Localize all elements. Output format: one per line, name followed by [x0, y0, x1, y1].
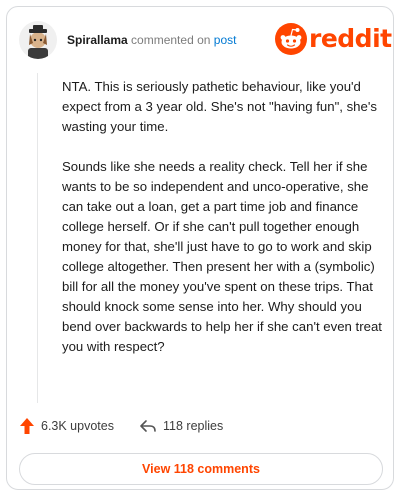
- byline: Spirallama commented on post: [67, 33, 236, 47]
- upvote-button[interactable]: 6.3K upvotes: [19, 415, 114, 437]
- replies-button[interactable]: 118 replies: [139, 415, 223, 437]
- user-avatar-icon: [19, 21, 57, 59]
- thread-line: [37, 73, 38, 403]
- upvote-count: 6.3K upvotes: [41, 419, 114, 433]
- reddit-snoo-icon: [275, 23, 307, 55]
- comment-header: Spirallama commented on post reddit: [19, 21, 392, 61]
- reddit-logo: reddit: [275, 23, 392, 55]
- comment-paragraph-2: Sounds like she needs a reality check. T…: [62, 159, 382, 354]
- reply-count: 118 replies: [163, 419, 224, 433]
- comment-paragraph-1: NTA. This is seriously pathetic behaviou…: [62, 79, 377, 134]
- comment-actions: 6.3K upvotes 118 replies: [19, 415, 379, 437]
- action-text: commented on: [131, 33, 211, 47]
- username[interactable]: Spirallama: [67, 33, 128, 47]
- avatar[interactable]: [19, 21, 57, 59]
- view-comments-button[interactable]: View 118 comments: [19, 453, 383, 485]
- logo-text: reddit: [309, 24, 392, 53]
- upvote-arrow-icon: [20, 418, 34, 434]
- reply-arrow-icon: [140, 420, 156, 432]
- post-link[interactable]: post: [214, 33, 237, 47]
- comment-body: NTA. This is seriously pathetic behaviou…: [62, 77, 384, 377]
- comment-card: Spirallama commented on post reddit NTA.…: [6, 6, 394, 490]
